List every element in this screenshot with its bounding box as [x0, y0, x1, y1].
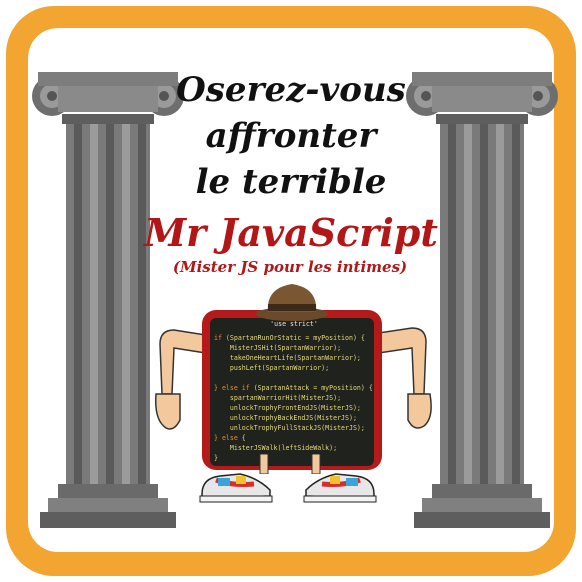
fedora-hat-icon — [256, 284, 328, 321]
js-monitor: 'use strict' if (SpartanRunOrStatic = my… — [202, 310, 382, 470]
headline-subtitle: (Mister JS pour les intimes) — [172, 258, 408, 276]
code-line: MisterJSWalk(leftSideWalk); — [214, 443, 374, 453]
code-keyword: if — [214, 334, 226, 342]
left-sneaker-icon — [199, 473, 273, 503]
code-text: unlockTrophyFullStackJS(MisterJS); — [214, 424, 365, 432]
right-sneaker-icon — [303, 473, 377, 503]
headline-line-1: Oserez-vous — [176, 70, 406, 110]
headline-line-2: affronter — [205, 116, 377, 156]
code-line: unlockTrophyFullStackJS(MisterJS); — [214, 423, 374, 433]
code-line: spartanWarriorHit(MisterJS); — [214, 393, 374, 403]
code-line: } else if (SpartanAttack = myPosition) { — [214, 383, 374, 393]
code-text: takeOneHeartLife(SpartanWarrior); — [214, 354, 361, 362]
code-text: (SpartanAttack = myPosition) { — [253, 384, 373, 392]
headline-name: Mr JavaScript — [144, 210, 438, 255]
code-line: } else { — [214, 433, 374, 443]
code-screen: 'use strict' if (SpartanRunOrStatic = my… — [210, 318, 374, 466]
code-text: { — [241, 434, 246, 442]
code-line: pushLeft(SpartanWarrior); — [214, 363, 374, 373]
code-text: spartanWarriorHit(MisterJS); — [214, 394, 342, 402]
code-text: unlockTrophyFrontEndJS(MisterJS); — [214, 404, 361, 412]
code-text: unlockTrophyBackEndJS(MisterJS); — [214, 414, 357, 422]
code-text: MisterJSWalk(leftSideWalk); — [214, 444, 338, 452]
code-keyword: } else — [214, 434, 242, 442]
code-line — [214, 373, 374, 383]
code-text: (SpartanRunOrStatic = myPosition) { — [225, 334, 365, 342]
code-line: if (SpartanRunOrStatic = myPosition) { — [214, 333, 374, 343]
code-block: if (SpartanRunOrStatic = myPosition) { M… — [214, 333, 374, 463]
code-text: MisterJSHit(SpartanWarrior); — [214, 344, 342, 352]
code-line: takeOneHeartLife(SpartanWarrior); — [214, 353, 374, 363]
code-keyword: } else if — [214, 384, 254, 392]
code-text: pushLeft(SpartanWarrior); — [214, 364, 330, 372]
code-line: unlockTrophyFrontEndJS(MisterJS); — [214, 403, 374, 413]
headline-line-3: le terrible — [195, 162, 387, 202]
code-line: unlockTrophyBackEndJS(MisterJS); — [214, 413, 374, 423]
code-line: MisterJSHit(SpartanWarrior); — [214, 343, 374, 353]
code-text: } — [214, 454, 218, 462]
